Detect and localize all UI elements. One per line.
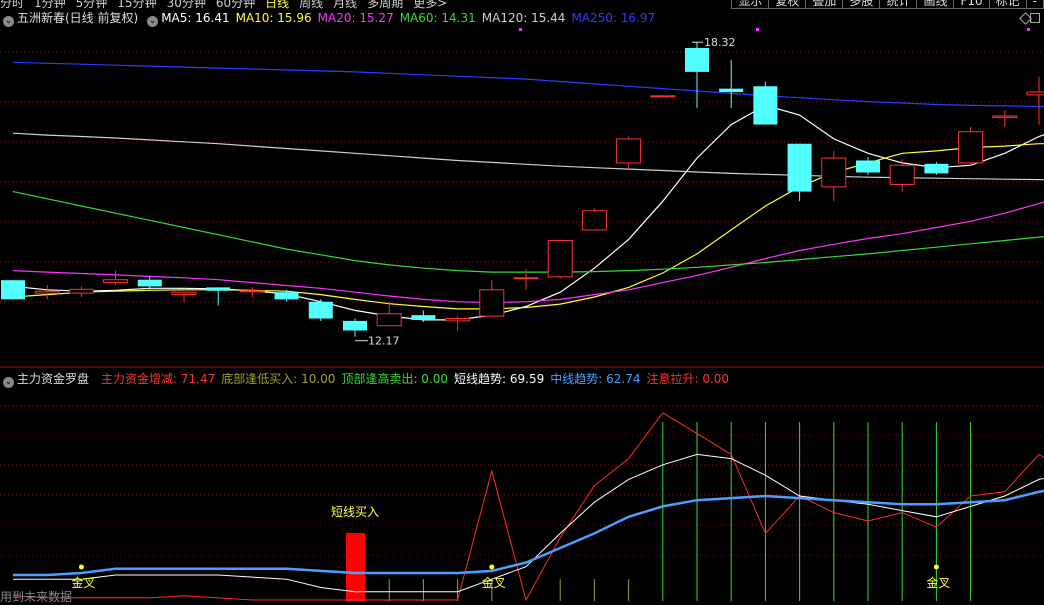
low-price-label: 12.17 [368,335,400,348]
panel-box-icon[interactable] [1030,13,1040,23]
ma250-line [12,61,1044,108]
golden-cross-label: 金叉 [926,575,950,590]
ma5-line [12,104,1044,321]
mid-trend-line [13,489,1044,577]
golden-cross-label: 金叉 [71,575,95,590]
golden-cross-dot [933,564,939,570]
candle-body [34,290,60,294]
signal-marker [756,28,759,31]
candle-body [171,291,197,296]
sub-indicator-label: 中线趋势: 62.74 [550,372,641,386]
signal-marker [1027,28,1030,31]
candle-body [787,143,812,192]
golden-cross-dot [489,564,495,570]
candle-body [889,164,915,185]
candle-body [1,280,25,300]
candle-body [343,320,367,331]
stock-chart: 18.3212.17短线买入短线买入金叉金叉金叉 [0,28,1044,601]
ma-indicator-label: MA5: 16.41 [161,11,230,25]
signal-marker [519,28,522,31]
ma-indicator-label: MA10: 15.96 [235,11,312,25]
candle-body [581,210,607,231]
ma60-line [12,191,1044,273]
chevron-down-icon[interactable]: ⌄ [147,16,159,27]
sub-legend: ⌄ 主力资金罗盘 主力资金增减: 71.47 底部逢低买入: 10.00 顶部逢高卖出:… [0,371,741,388]
candle-body [650,95,676,98]
sub-indicator-label: 主力资金增减: 71.47 [101,372,216,386]
sub-indicator-labels: 主力资金增减: 71.47 底部逢低买入: 10.00 顶部逢高卖出: 0.00 短线… [101,372,735,386]
candle-body [445,318,471,322]
main-panel-title: 五洲新春(日线 前复权) [17,11,139,25]
candle-body [103,279,129,284]
ma20-line [12,201,1044,304]
candle-body [479,289,505,317]
candle-body [856,160,880,173]
candle-body [753,86,778,125]
chevron-down-icon[interactable]: ⌄ [3,16,14,27]
candle-body [239,290,265,293]
candle-body [616,138,642,164]
sub-panel-title: 主力资金罗盘 [17,372,90,386]
candle-body [513,277,539,280]
candle-body [137,279,162,287]
candle-body [821,157,847,188]
ma-indicator-label: MA250: 16.97 [571,11,656,25]
candle-body [547,239,573,278]
sub-indicator-label: 顶部逢高卖出: 0.00 [341,372,449,386]
candle-body [958,131,984,164]
candle-body [685,47,709,72]
short-trend-line [13,453,1044,593]
main-legend: ⌄ 五洲新春(日线 前复权) ⌄ MA5: 16.41 MA10: 15.96 MA20:… [0,10,667,27]
candle-body [274,292,299,300]
golden-cross-dot [78,564,84,570]
ma10-line [12,143,1044,310]
ma-indicator-labels: MA5: 16.41 MA10: 15.96 MA20: 15.27 MA60: 14… [161,11,661,25]
ma-indicator-label: MA20: 15.27 [317,11,394,25]
ma-indicator-label: MA120: 15.44 [481,11,566,25]
ma-indicator-label: MA60: 14.31 [399,11,476,25]
candle-body [719,88,744,92]
candle-body [992,115,1018,118]
candle-body [308,301,333,319]
candle-body [206,287,231,291]
candle-body [411,315,436,320]
buy-signal-label: 短线买入 [331,505,379,519]
high-price-label: 18.32 [704,36,736,49]
candle-body [68,288,94,294]
main-fund-line [12,412,1044,601]
sub-indicator-label: 注意拉升: 0.00 [646,372,730,386]
future-data-note: 用到未来数据 [0,590,73,604]
sub-indicator-label: 底部逢低买入: 10.00 [221,372,336,386]
chevron-down-icon[interactable]: ⌄ [3,377,14,388]
candle-body [1026,91,1044,96]
candle-body [376,313,402,327]
candle-body [924,163,949,174]
sub-indicator-label: 短线趋势: 69.59 [454,372,545,386]
golden-cross-label: 金叉 [482,575,506,590]
